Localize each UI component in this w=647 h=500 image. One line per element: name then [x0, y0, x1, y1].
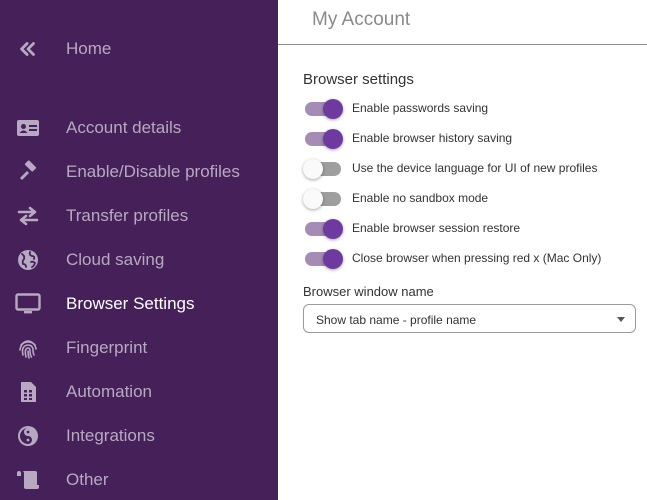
toggle-label: Close browser when pressing red x (Mac O…: [352, 251, 602, 265]
double-chevron-left-icon: [15, 36, 41, 62]
sidebar-item-label: Browser Settings: [66, 294, 195, 313]
sidebar-item-label: Cloud saving: [66, 250, 165, 269]
header-divider: [278, 44, 647, 45]
scroll-icon: [15, 467, 41, 493]
sidebar-item-home[interactable]: Home: [0, 29, 278, 69]
toggle-label: Use the device language for UI of new pr…: [352, 161, 598, 175]
sidebar: Home Account details Enable/Disable prof…: [0, 0, 278, 500]
toggle-knob: [303, 159, 323, 179]
section-title: Browser settings: [303, 71, 414, 88]
toggle-knob: [323, 249, 343, 269]
toggle-label: Enable passwords saving: [352, 101, 489, 115]
toggle-knob: [323, 129, 343, 149]
sidebar-item-label: Fingerprint: [66, 338, 148, 357]
sidebar-item-automation[interactable]: Automation: [0, 372, 278, 412]
sidebar-item-fingerprint[interactable]: Fingerprint: [0, 328, 278, 368]
toggle-passwords-saving[interactable]: Enable passwords saving: [303, 98, 643, 120]
toggle-device-language[interactable]: Use the device language for UI of new pr…: [303, 158, 643, 180]
sidebar-item-label: Enable/Disable profiles: [66, 162, 240, 181]
caret-down-icon: [617, 317, 625, 322]
sidebar-item-account-details[interactable]: Account details: [0, 108, 278, 148]
yin-yang-icon: [15, 423, 41, 449]
globe-icon: [15, 247, 41, 273]
toggle-label: Enable no sandbox mode: [352, 191, 489, 205]
select-value: Show tab name - profile name: [316, 313, 477, 327]
gavel-icon: [15, 159, 41, 185]
sidebar-item-other[interactable]: Other: [0, 460, 278, 500]
sidebar-item-label: Account details: [66, 118, 182, 137]
sidebar-item-label: Other: [66, 470, 109, 489]
sidebar-item-label: Home: [66, 39, 112, 58]
toggle-knob: [323, 219, 343, 239]
sidebar-item-label: Automation: [66, 382, 152, 401]
toggle-history-saving[interactable]: Enable browser history saving: [303, 128, 643, 150]
sidebar-item-label: Transfer profiles: [66, 206, 189, 225]
toggle-close-on-red-x[interactable]: Close browser when pressing red x (Mac O…: [303, 248, 643, 270]
sidebar-item-cloud-saving[interactable]: Cloud saving: [0, 240, 278, 280]
page-title: My Account: [312, 9, 411, 30]
sim-card-icon: [15, 379, 41, 405]
toggle-label: Enable browser session restore: [352, 221, 521, 235]
sidebar-item-integrations[interactable]: Integrations: [0, 416, 278, 456]
main-content: My Account Browser settings Enable passw…: [278, 0, 647, 500]
sidebar-item-browser-settings[interactable]: Browser Settings: [0, 284, 278, 324]
sidebar-item-enable-disable-profiles[interactable]: Enable/Disable profiles: [0, 152, 278, 192]
toggle-no-sandbox[interactable]: Enable no sandbox mode: [303, 188, 643, 210]
sidebar-item-label: Integrations: [66, 426, 155, 445]
toggle-knob: [323, 99, 343, 119]
id-card-icon: [15, 115, 41, 141]
monitor-icon: [15, 291, 41, 317]
window-name-select[interactable]: Show tab name - profile name: [303, 304, 636, 333]
toggle-session-restore[interactable]: Enable browser session restore: [303, 218, 643, 240]
toggle-label: Enable browser history saving: [352, 131, 513, 145]
sidebar-item-transfer-profiles[interactable]: Transfer profiles: [0, 196, 278, 236]
fingerprint-icon: [15, 335, 41, 361]
toggle-knob: [303, 189, 323, 209]
swap-arrows-icon: [15, 203, 41, 229]
window-name-label: Browser window name: [303, 284, 434, 299]
